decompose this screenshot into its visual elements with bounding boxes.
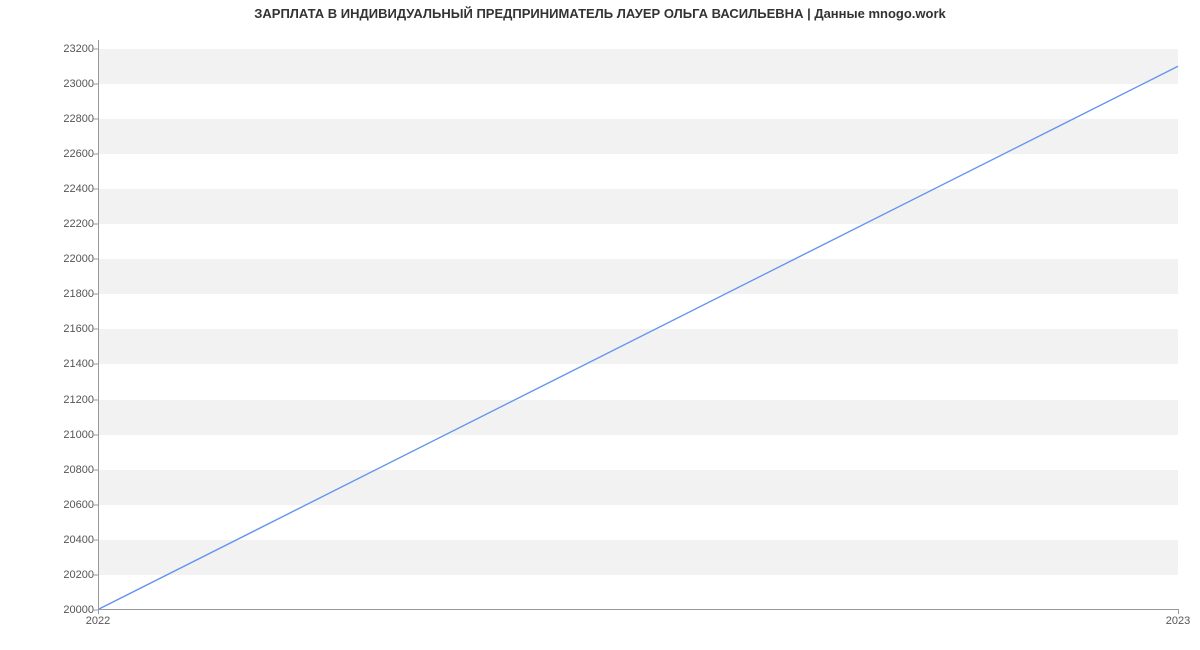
y-tick-label: 20000 [4,604,94,616]
y-tick-mark [93,83,98,84]
y-tick-label: 21000 [4,429,94,441]
y-tick-label: 20200 [4,569,94,581]
y-tick-label: 21800 [4,288,94,300]
y-tick-mark [93,329,98,330]
x-tick-label: 2023 [1166,615,1190,627]
y-tick-mark [93,399,98,400]
x-tick-mark [1178,609,1179,614]
y-tick-label: 20400 [4,534,94,546]
y-tick-label: 23000 [4,78,94,90]
y-tick-label: 22400 [4,183,94,195]
y-tick-label: 23200 [4,43,94,55]
y-tick-mark [93,189,98,190]
series-line [99,66,1178,609]
chart-container: ЗАРПЛАТА В ИНДИВИДУАЛЬНЫЙ ПРЕДПРИНИМАТЕЛ… [0,0,1200,650]
y-tick-mark [93,294,98,295]
y-tick-label: 22600 [4,148,94,160]
y-tick-mark [93,259,98,260]
y-tick-mark [93,504,98,505]
y-tick-mark [93,48,98,49]
x-tick-label: 2022 [86,615,110,627]
y-tick-label: 22000 [4,253,94,265]
y-tick-mark [93,154,98,155]
y-tick-label: 20800 [4,464,94,476]
y-tick-label: 21600 [4,323,94,335]
y-tick-mark [93,118,98,119]
y-tick-label: 21200 [4,394,94,406]
chart-title: ЗАРПЛАТА В ИНДИВИДУАЛЬНЫЙ ПРЕДПРИНИМАТЕЛ… [0,6,1200,21]
x-tick-mark [98,609,99,614]
y-tick-mark [93,434,98,435]
y-tick-mark [93,539,98,540]
y-tick-label: 21400 [4,358,94,370]
y-tick-label: 20600 [4,499,94,511]
plot-area [98,40,1178,610]
y-tick-mark [93,364,98,365]
line-layer [99,40,1178,609]
y-tick-mark [93,469,98,470]
y-tick-label: 22200 [4,218,94,230]
y-tick-mark [93,574,98,575]
y-tick-label: 22800 [4,113,94,125]
y-tick-mark [93,224,98,225]
